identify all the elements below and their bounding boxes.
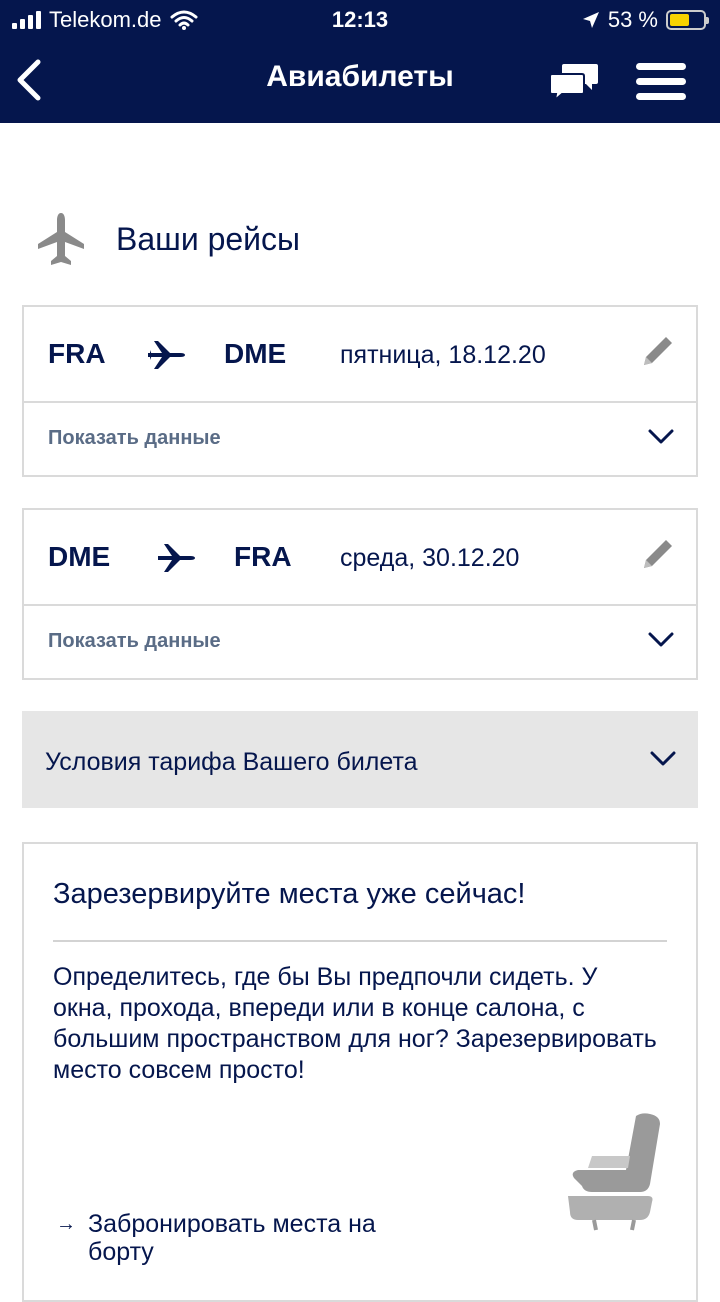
origin-code: DME [48,541,111,572]
chevron-down-icon [650,751,676,766]
show-details-row[interactable]: Показать данные [24,606,696,678]
flight-card: FRA DME пятница, 18.12.20 Показать данны… [22,305,698,477]
page-title: Авиабилеты [266,60,454,93]
destination-code: DME [224,338,287,369]
plane-right-icon [148,341,185,369]
battery-percent: 53 % [607,7,658,32]
flight-card: DME FRA среда, 30.12.20 Показать данные [22,508,698,680]
flight-date: пятница, 18.12.20 [340,341,546,369]
chat-icon[interactable] [548,60,600,102]
section-header: Ваши рейсы [36,212,300,266]
show-details-row[interactable]: Показать данные [24,403,696,475]
seat-promo-description: Определитесь, где бы Вы предпочли сидеть… [53,963,657,1084]
show-details-label: Показать данные [48,630,221,652]
location-arrow-icon [582,12,599,28]
flight-summary: DME FRA среда, 30.12.20 [24,510,696,606]
seat-promo-title: Зарезервируйте места уже сейчас! [53,878,526,910]
tariff-conditions-accordion[interactable]: Условия тарифа Вашего билета [22,711,698,808]
status-right: 53 % [582,7,709,33]
seat-reservation-card: Зарезервируйте места уже сейчас! Определ… [22,842,698,1302]
divider [53,940,667,942]
battery-icon [666,10,709,30]
flight-date: среда, 30.12.20 [340,544,520,572]
airplane-icon [38,213,84,265]
origin-code: FRA [48,338,106,369]
arrow-right-icon: → [56,1213,76,1235]
menu-button[interactable] [636,63,686,101]
chevron-down-icon [648,429,674,444]
edit-icon[interactable] [640,536,676,572]
app-header: Telekom.de 12:13 53 % Авиабилеты [0,0,720,123]
status-bar: Telekom.de 12:13 53 % [0,0,720,40]
show-details-label: Показать данные [48,427,221,449]
flight-summary: FRA DME пятница, 18.12.20 [24,307,696,403]
tariff-conditions-label: Условия тарифа Вашего билета [45,748,418,776]
destination-code: FRA [234,541,292,572]
book-seats-label: Забронировать места на борту [88,1210,376,1266]
book-seats-link[interactable]: → Забронировать места на борту [56,1210,416,1266]
chevron-down-icon [648,632,674,647]
plane-right-icon [158,544,195,572]
section-title: Ваши рейсы [116,220,301,257]
edit-icon[interactable] [640,333,676,369]
seat-icon [568,1113,660,1231]
